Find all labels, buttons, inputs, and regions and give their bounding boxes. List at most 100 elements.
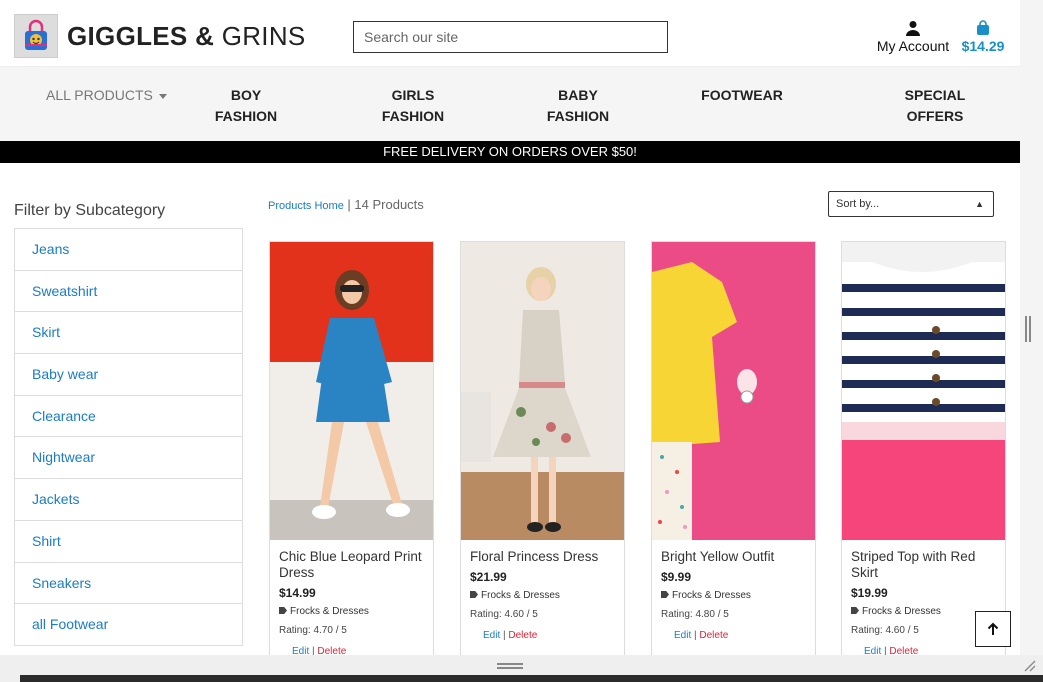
edit-link[interactable]: Edit [483, 630, 500, 641]
logo[interactable] [14, 14, 58, 58]
subcategory-item[interactable]: Clearance [15, 396, 242, 438]
subcategory-item[interactable]: Baby wear [15, 354, 242, 396]
tag-icon [661, 591, 669, 598]
product-count: 14 Products [354, 197, 424, 212]
sort-select[interactable]: Sort by... ▲ [828, 191, 994, 217]
subcategory-item[interactable]: Jeans [15, 229, 242, 271]
nav-girls-line2: FASHION [381, 108, 445, 124]
product-category-label: Frocks & Dresses [290, 606, 369, 617]
tag-icon [470, 591, 478, 598]
nav-all-products[interactable]: ALL PRODUCTS [46, 85, 167, 106]
breadcrumb: Products Home | 14 Products [268, 197, 424, 212]
bag-total: $14.29 [961, 38, 1005, 54]
edit-link[interactable]: Edit [674, 630, 691, 641]
arrow-up-icon [987, 622, 999, 635]
nav-boy-line2: FASHION [214, 108, 278, 124]
nav-girls-line1: GIRLS [391, 87, 435, 103]
product-actions: Edit | Delete [851, 646, 997, 655]
nav-baby-line2: FASHION [546, 108, 610, 124]
nav-boy-fashion[interactable]: BOY FASHION [213, 85, 279, 127]
product-card[interactable]: Floral Princess Dress $21.99 Frocks & Dr… [460, 241, 625, 655]
subcategory-item[interactable]: Shirt [15, 521, 242, 563]
product-category-label: Frocks & Dresses [862, 606, 941, 617]
horizontal-resize-handle[interactable] [497, 663, 523, 669]
product-photo [842, 242, 1005, 540]
nav-baby-fashion[interactable]: BABY FASHION [545, 85, 611, 127]
product-rating: Rating: 4.80 / 5 [661, 609, 729, 620]
nav-footwear[interactable]: FOOTWEAR [700, 85, 784, 106]
nav-special-line1: SPECIAL [904, 87, 966, 103]
product-card[interactable]: Bright Yellow Outfit $9.99 Frocks & Dres… [651, 241, 816, 655]
brand-name-bold: GIGGLES & [67, 21, 215, 51]
main-nav: ALL PRODUCTS BOY FASHION GIRLS FASHION B… [0, 66, 1020, 141]
product-category-label: Frocks & Dresses [481, 590, 560, 601]
breadcrumb-separator: | [343, 197, 355, 212]
select-arrows-icon: ▲ [975, 199, 984, 209]
shopping-bag-logo-icon [25, 19, 47, 50]
product-photo [652, 242, 815, 540]
product-category[interactable]: Frocks & Dresses [661, 590, 807, 601]
shopping-bag-link[interactable]: $14.29 [958, 20, 1008, 54]
product-price: $19.99 [851, 586, 888, 600]
edit-link[interactable]: Edit [864, 646, 881, 655]
product-image[interactable] [270, 242, 433, 540]
products-home-link[interactable]: Products Home [268, 200, 344, 212]
user-icon [906, 21, 920, 36]
site-header: GIGGLES & GRINS My Account $14.29 [0, 0, 1020, 66]
delete-link[interactable]: Delete [508, 630, 537, 641]
product-image[interactable] [461, 242, 624, 540]
nav-special-offers[interactable]: SPECIAL OFFERS [903, 85, 967, 127]
subcategory-item[interactable]: all Footwear [15, 604, 242, 646]
product-actions: Edit | Delete [470, 630, 616, 641]
nav-girls-fashion[interactable]: GIRLS FASHION [380, 85, 446, 127]
subcategory-item[interactable]: Jackets [15, 479, 242, 521]
page: GIGGLES & GRINS My Account $14.29 ALL PR… [0, 0, 1020, 655]
delete-link[interactable]: Delete [889, 646, 918, 655]
subcategory-item[interactable]: Skirt [15, 312, 242, 355]
filter-title: Filter by Subcategory [14, 202, 166, 219]
product-price: $14.99 [279, 586, 316, 600]
search-input[interactable] [353, 21, 668, 53]
product-name[interactable]: Striped Top with Red Skirt [851, 549, 997, 581]
product-actions: Edit | Delete [661, 630, 807, 641]
product-image[interactable] [842, 242, 1005, 540]
delivery-banner: FREE DELIVERY ON ORDERS OVER $50! [0, 141, 1020, 163]
nav-all-products-label: ALL PRODUCTS [46, 87, 153, 103]
product-category[interactable]: Frocks & Dresses [279, 606, 425, 617]
product-price: $21.99 [470, 570, 507, 584]
product-card[interactable]: Chic Blue Leopard Print Dress $14.99 Fro… [269, 241, 434, 655]
subcategory-item[interactable]: Sneakers [15, 563, 242, 605]
product-rating: Rating: 4.60 / 5 [470, 609, 538, 620]
resize-corner-icon[interactable] [1022, 658, 1036, 672]
brand-name-light: GRINS [221, 21, 306, 51]
nav-special-line2: OFFERS [906, 108, 964, 124]
taskbar-strip [20, 675, 1043, 682]
edit-link[interactable]: Edit [292, 646, 309, 655]
nav-baby-line1: BABY [558, 87, 598, 103]
nav-boy-line1: BOY [230, 87, 262, 103]
product-image[interactable] [652, 242, 815, 540]
subcategory-item[interactable]: Nightwear [15, 437, 242, 480]
my-account-link[interactable]: My Account [873, 20, 953, 54]
product-category[interactable]: Frocks & Dresses [470, 590, 616, 601]
my-account-label: My Account [876, 38, 950, 54]
subcategory-item[interactable]: Sweatshirt [15, 271, 242, 313]
delete-link[interactable]: Delete [699, 630, 728, 641]
caret-down-icon [158, 93, 167, 99]
delete-link[interactable]: Delete [317, 646, 346, 655]
tag-icon [851, 607, 859, 614]
back-to-top-button[interactable] [975, 611, 1011, 647]
brand-name[interactable]: GIGGLES & GRINS [67, 21, 306, 52]
sort-selected: Sort by... [836, 198, 880, 210]
product-name[interactable]: Floral Princess Dress [470, 549, 616, 565]
product-rating: Rating: 4.70 / 5 [279, 625, 347, 636]
product-price: $9.99 [661, 570, 692, 584]
vertical-resize-handle[interactable] [1025, 316, 1031, 342]
shopping-bag-icon [977, 20, 989, 35]
nav-footwear-label: FOOTWEAR [701, 87, 783, 103]
product-name[interactable]: Chic Blue Leopard Print Dress [279, 549, 425, 581]
product-card[interactable]: Striped Top with Red Skirt $19.99 Frocks… [841, 241, 1006, 655]
product-photo [270, 242, 433, 540]
product-photo [461, 242, 624, 540]
product-name[interactable]: Bright Yellow Outfit [661, 549, 807, 565]
